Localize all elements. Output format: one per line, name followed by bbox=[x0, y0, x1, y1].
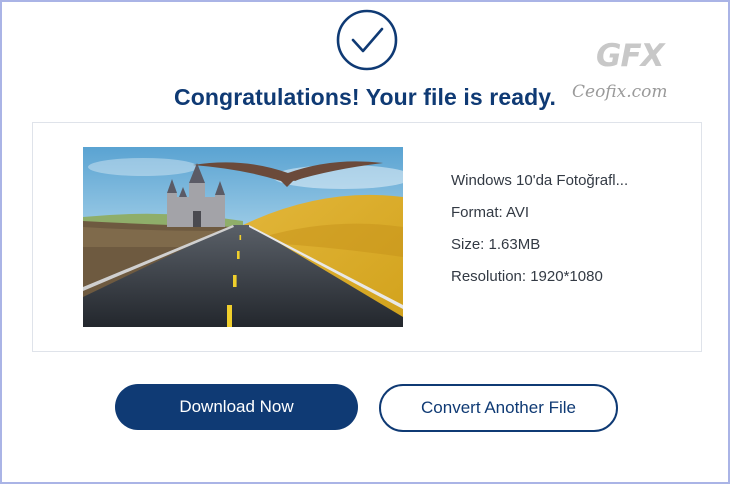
download-now-button[interactable]: Download Now bbox=[115, 384, 358, 430]
page-title: Congratulations! Your file is ready. bbox=[174, 84, 556, 110]
file-format: Format: AVI bbox=[451, 204, 530, 221]
file-info: Windows 10'da Fotoğrafl... Format: AVI S… bbox=[451, 171, 628, 299]
file-name: Windows 10'da Fotoğrafl... bbox=[451, 172, 629, 189]
video-thumbnail bbox=[83, 147, 403, 327]
file-resolution: Resolution: 1920*1080 bbox=[451, 268, 603, 285]
file-card: Windows 10'da Fotoğrafl... Format: AVI S… bbox=[32, 122, 702, 352]
convert-another-file-button[interactable]: Convert Another File bbox=[379, 384, 618, 432]
check-circle-icon bbox=[336, 9, 398, 71]
file-size: Size: 1.63MB bbox=[451, 236, 541, 253]
watermark-logo: GFX bbox=[596, 38, 665, 74]
